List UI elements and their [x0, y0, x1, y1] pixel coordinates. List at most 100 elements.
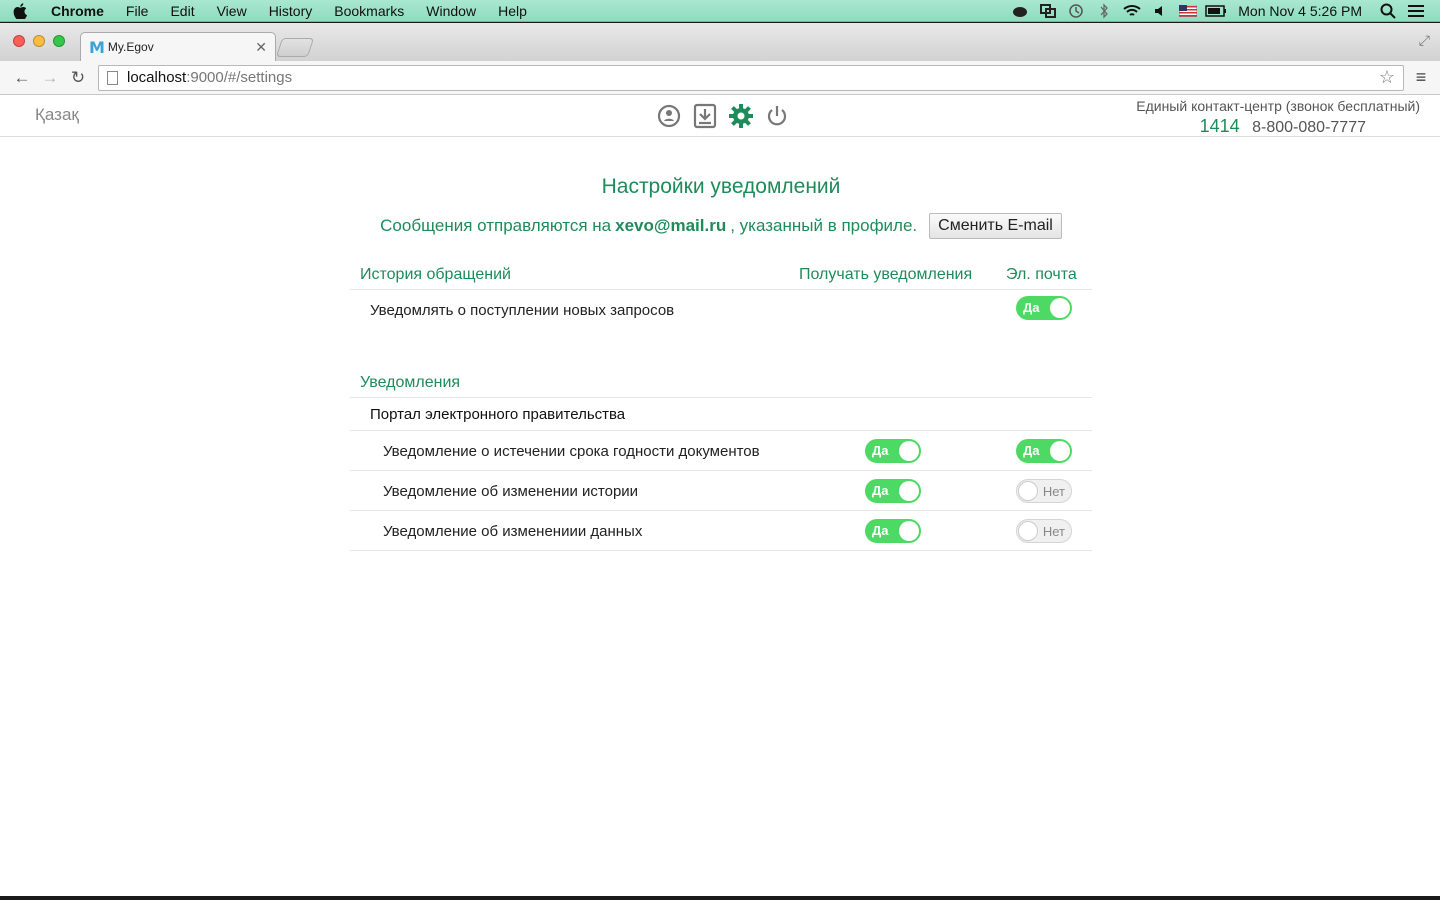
notification-center-icon[interactable]	[1402, 4, 1430, 18]
toggle-label: Да	[872, 443, 889, 458]
bookmark-star-icon[interactable]: ☆	[1379, 67, 1395, 88]
column-receive-notifications: Получать уведомления	[799, 266, 973, 283]
menu-bookmarks[interactable]: Bookmarks	[323, 0, 415, 22]
contact-center: Единый контакт-центр (звонок бесплатный)…	[1136, 98, 1420, 137]
tab-title: My.Egov	[107, 40, 154, 54]
browser-tab[interactable]: M My.Egov ✕	[80, 32, 276, 61]
bluetooth-icon[interactable]	[1090, 2, 1118, 19]
address-bar[interactable]: localhost:9000/#/settings ☆	[98, 64, 1404, 91]
email-suffix: , указанный в профиле.	[730, 216, 918, 235]
toggle-knob	[1050, 298, 1070, 318]
page-title: Настройки уведомлений	[601, 175, 841, 198]
window-controls	[13, 35, 65, 47]
contact-center-label: Единый контакт-центр (звонок бесплатный)	[1136, 98, 1420, 114]
close-window-button[interactable]	[13, 35, 25, 47]
spotlight-icon[interactable]	[1374, 3, 1402, 19]
menu-window[interactable]: Window	[415, 0, 487, 22]
email-prefix: Сообщения отправляются на	[380, 216, 612, 235]
forward-arrow-icon[interactable]: →	[36, 68, 64, 88]
window-bottom-edge	[0, 896, 1440, 900]
table-row: Уведомление об изменениии данных Да Нет	[350, 511, 1092, 551]
back-arrow-icon[interactable]: ←	[8, 68, 36, 88]
site-header: Қазақ Единый контакт-центр (звонок беспл…	[0, 95, 1440, 137]
email-info: Сообщения отправляются на xevo@mail.ru ,…	[350, 213, 1092, 239]
new-tab-button[interactable]	[275, 38, 315, 57]
menu-help[interactable]: Help	[487, 0, 538, 22]
history-section-header: История обращений Получать уведомления Э…	[350, 257, 1092, 290]
download-icon[interactable]	[692, 103, 718, 129]
long-phone-number: 8-800-080-7777	[1252, 119, 1366, 136]
menu-history[interactable]: History	[258, 0, 324, 22]
row-label: Уведомление об изменении истории	[383, 483, 639, 500]
menu-file[interactable]: File	[115, 0, 160, 22]
menu-app-chrome[interactable]: Chrome	[40, 0, 115, 22]
email-toggle[interactable]: Да	[1016, 439, 1072, 463]
email-toggle[interactable]: Нет	[1016, 479, 1072, 503]
time-machine-icon[interactable]	[1062, 3, 1090, 19]
receive-toggle[interactable]: Да	[865, 439, 921, 463]
menu-view[interactable]: View	[206, 0, 258, 22]
receive-toggle[interactable]: Да	[865, 479, 921, 503]
fullscreen-icon[interactable]: ⤢	[1419, 32, 1430, 49]
battery-icon[interactable]	[1202, 4, 1230, 17]
url-path: :9000/#/settings	[186, 69, 293, 86]
tab-strip: M My.Egov ✕ ⤢	[0, 23, 1440, 61]
wifi-icon[interactable]	[1118, 4, 1146, 18]
evernote-icon[interactable]	[1006, 4, 1034, 18]
group-row-egov-portal: Портал электронного правительства	[350, 398, 1092, 431]
egov-favicon-icon: M	[89, 37, 105, 57]
table-row: Уведомление об изменении истории Да Нет	[350, 471, 1092, 511]
toggle-label: Да	[872, 483, 889, 498]
language-switch-link[interactable]: Қазақ	[35, 105, 79, 125]
toggle-knob	[899, 441, 919, 461]
short-phone-number: 1414	[1199, 116, 1240, 136]
notification-settings: Настройки уведомлений Сообщения отправля…	[350, 175, 1092, 551]
toggle-label: Да	[1023, 300, 1040, 315]
url-host: localhost	[127, 69, 187, 86]
menubar-clock[interactable]: Mon Nov 4 5:26 PM	[1230, 3, 1374, 19]
toggle-label: Да	[1023, 443, 1040, 458]
notifications-section-label: Уведомления	[360, 374, 461, 391]
tab-close-icon[interactable]: ✕	[255, 39, 267, 56]
change-email-button[interactable]: Сменить E-mail	[929, 213, 1062, 239]
toggle-knob	[899, 521, 919, 541]
profile-icon[interactable]	[656, 103, 682, 129]
row-label: Уведомление об изменениии данных	[383, 523, 643, 540]
menubar-tray: Mon Nov 4 5:26 PM	[1006, 0, 1440, 22]
settings-gear-icon[interactable]	[728, 103, 754, 129]
macos-menubar: Chrome File Edit View History Bookmarks …	[0, 0, 1440, 22]
browser-window: M My.Egov ✕ ⤢ ← → ↻ localhost:9000/#/set…	[0, 23, 1440, 896]
toggle-label: Нет	[1042, 524, 1065, 539]
minimize-window-button[interactable]	[33, 35, 45, 47]
contact-phones: 1414 8-800-080-7777	[1136, 116, 1420, 137]
row-label: Уведомлять о поступлении новых запросов	[370, 302, 675, 319]
history-section-label: История обращений	[360, 266, 511, 283]
reload-icon[interactable]: ↻	[64, 68, 92, 88]
table-row: Уведомление о истечении срока годности д…	[350, 431, 1092, 471]
toggle-knob	[1018, 481, 1038, 501]
flag-us-icon[interactable]	[1174, 4, 1202, 17]
user-email: xevo@mail.ru	[615, 216, 727, 235]
screen-icon[interactable]	[1034, 3, 1062, 18]
volume-icon[interactable]	[1146, 4, 1174, 18]
chrome-menu-icon[interactable]: ≡	[1410, 67, 1432, 88]
toggle-knob	[1050, 441, 1070, 461]
browser-toolbar: ← → ↻ localhost:9000/#/settings ☆ ≡	[0, 61, 1440, 95]
header-nav-icons	[656, 103, 790, 129]
toggle-knob	[1018, 521, 1038, 541]
group-label: Портал электронного правительства	[370, 406, 626, 423]
logout-power-icon[interactable]	[764, 103, 790, 129]
web-page: Қазақ Единый контакт-центр (звонок беспл…	[0, 95, 1440, 895]
table-row: Уведомлять о поступлении новых запросов …	[350, 290, 1092, 330]
row-label: Уведомление о истечении срока годности д…	[383, 443, 760, 460]
menu-edit[interactable]: Edit	[159, 0, 205, 22]
email-toggle[interactable]: Нет	[1016, 519, 1072, 543]
notifications-section-header: Уведомления	[350, 365, 1092, 398]
apple-menu-icon[interactable]	[0, 2, 40, 19]
receive-toggle[interactable]: Да	[865, 519, 921, 543]
toggle-label: Да	[872, 523, 889, 538]
email-toggle[interactable]: Да	[1016, 296, 1072, 320]
toggle-label: Нет	[1042, 484, 1065, 499]
column-email: Эл. почта	[1006, 266, 1077, 283]
zoom-window-button[interactable]	[53, 35, 65, 47]
